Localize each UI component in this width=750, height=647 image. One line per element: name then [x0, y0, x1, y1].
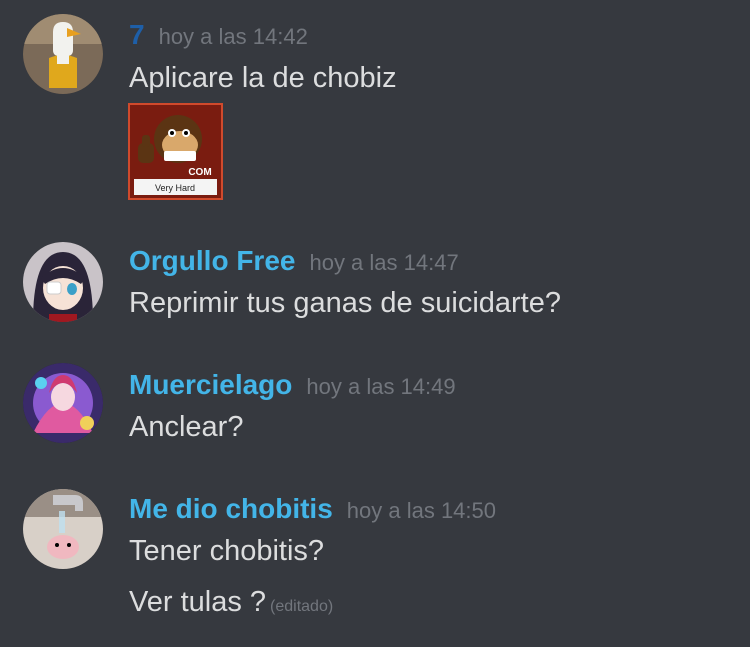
anime-girl-avatar-icon	[23, 242, 103, 322]
timestamp: hoy a las 14:50	[346, 498, 497, 523]
message-text: Tener chobitis?	[129, 535, 325, 567]
anime-art-avatar-icon	[23, 363, 103, 443]
attachment-caption: Very Hard	[155, 183, 195, 193]
message-text: Aplicare la de chobiz	[129, 62, 397, 94]
donkey-kong-thumbnail-icon: COM Very Hard	[130, 105, 221, 198]
author-name[interactable]: Muercielago	[129, 369, 292, 400]
avatar[interactable]	[23, 489, 103, 569]
avatar[interactable]	[23, 242, 103, 322]
message-text: Reprimir tus ganas de suicidarte?	[129, 287, 561, 319]
timestamp: hoy a las 14:49	[306, 374, 456, 399]
faucet-avatar-icon	[23, 489, 103, 569]
message-text: Ver tulas ? (editado)	[129, 586, 333, 619]
avatar[interactable]	[23, 14, 103, 94]
attachment-logo-text: COM	[188, 167, 211, 178]
author-name[interactable]: Me dio chobitis	[129, 493, 333, 524]
author-name[interactable]: 7	[129, 19, 145, 50]
edited-label: (editado)	[270, 598, 334, 615]
timestamp: hoy a las 14:47	[309, 250, 459, 275]
author-name[interactable]: Orgullo Free	[129, 245, 295, 276]
image-attachment[interactable]: COM Very Hard	[128, 103, 223, 200]
timestamp: hoy a las 14:42	[158, 24, 308, 49]
avatar[interactable]	[23, 363, 103, 443]
goose-avatar-icon	[23, 14, 103, 94]
message-text-content: Ver tulas ?	[129, 586, 267, 618]
message-text: Anclear?	[129, 411, 244, 443]
